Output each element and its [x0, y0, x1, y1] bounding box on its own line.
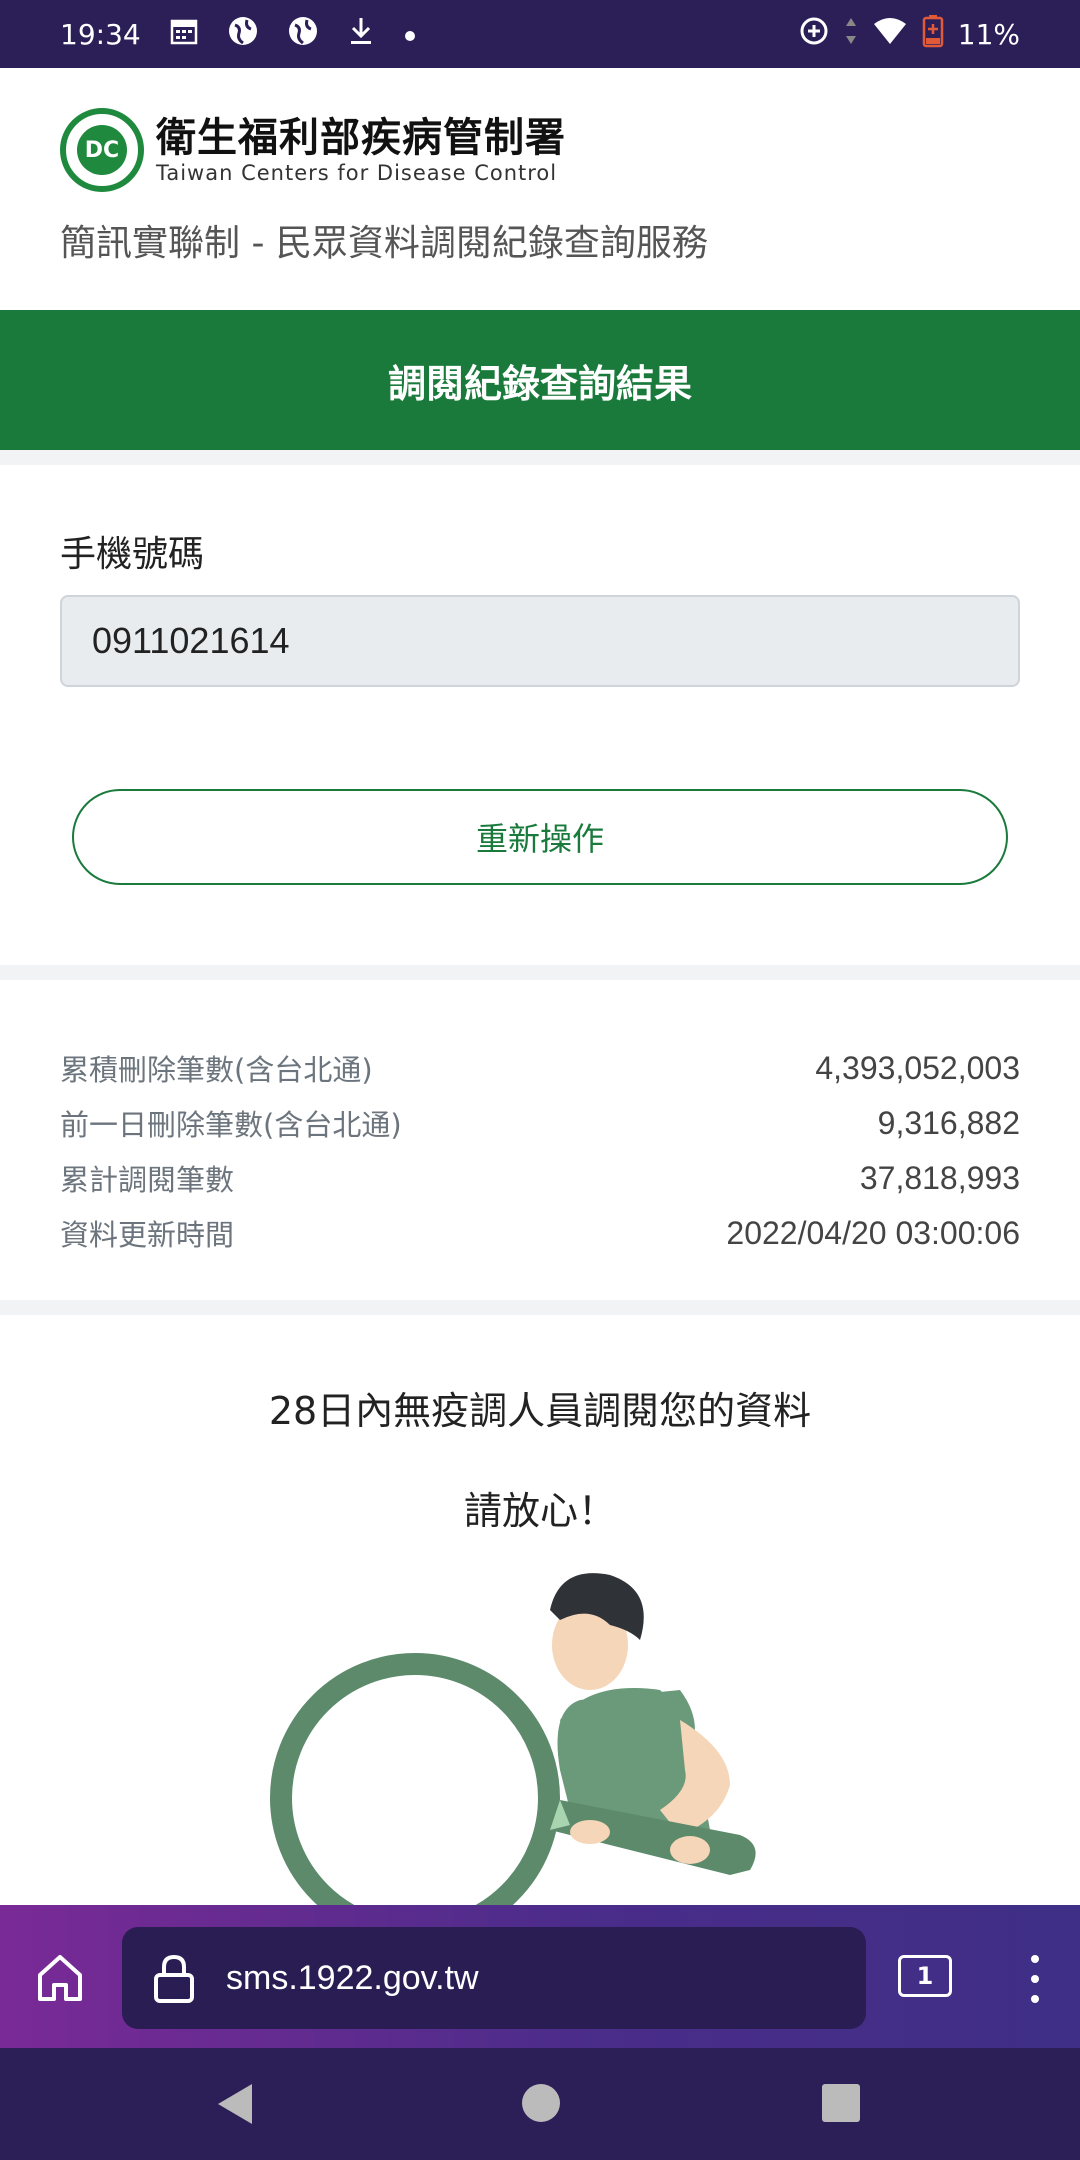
- url-text: sms.1922.gov.tw: [226, 1958, 479, 1997]
- battery-percent: 11%: [957, 17, 1020, 51]
- more-vert-icon: [1031, 1955, 1039, 1963]
- battery-icon: [922, 14, 944, 54]
- page-title: 調閱紀錄查詢結果: [0, 310, 1080, 450]
- org-name-en: Taiwan Centers for Disease Control: [156, 161, 558, 185]
- dot-icon: [403, 19, 417, 49]
- org-name-cn: 衛生福利部疾病管制署: [156, 115, 566, 161]
- home-circle-icon[interactable]: [522, 2084, 560, 2122]
- more-vert-dot: [1031, 1995, 1039, 2003]
- more-vert-dot: [1031, 1975, 1039, 1983]
- stats-card: 累積刪除筆數(含台北通) 4,393,052,003 前一日刪除筆數(含台北通)…: [0, 980, 1080, 1300]
- home-button[interactable]: [28, 1945, 92, 2009]
- address-bar[interactable]: sms.1922.gov.tw: [122, 1927, 866, 2029]
- lock-icon: [154, 1954, 194, 2003]
- stat-label: 累計調閱筆數: [60, 1163, 235, 1197]
- stat-label: 資料更新時間: [60, 1218, 235, 1252]
- download-icon: [347, 15, 375, 53]
- overflow-menu-button[interactable]: [1010, 1949, 1060, 2009]
- phone-label: 手機號碼: [60, 534, 205, 575]
- phone-field[interactable]: 0911021614: [60, 595, 1020, 687]
- reassurance-message: 請放心！: [463, 1489, 616, 1533]
- stat-value: 9,316,882: [877, 1104, 1020, 1141]
- stat-value: 4,393,052,003: [815, 1049, 1020, 1086]
- cdc-emblem-icon: DC: [60, 108, 144, 192]
- home-icon: [38, 1955, 82, 2001]
- result-card: 28日內無疫調人員調閱您的資料 請放心！: [0, 1315, 1080, 1905]
- data-arrows-icon: [844, 15, 858, 53]
- stat-label: 前一日刪除筆數(含台北通): [60, 1108, 402, 1142]
- redo-button[interactable]: 重新操作: [72, 789, 1008, 885]
- globe-icon: [227, 15, 259, 53]
- stat-row: 累積刪除筆數(含台北通) 4,393,052,003: [60, 1047, 1020, 1089]
- result-message: 28日內無疫調人員調閱您的資料: [268, 1389, 812, 1433]
- stat-value: 37,818,993: [859, 1159, 1020, 1196]
- query-card: 手機號碼 0911021614 重新操作: [0, 465, 1080, 965]
- stat-row: 前一日刪除筆數(含台北通) 9,316,882: [60, 1102, 1020, 1144]
- recent-apps-icon[interactable]: [822, 2084, 860, 2122]
- status-time: 19:34: [60, 17, 141, 51]
- site-header: DC 衛生福利部疾病管制署 Taiwan Centers for Disease…: [0, 68, 1080, 310]
- stat-row: 累計調閱筆數 37,818,993: [60, 1157, 1020, 1199]
- data-saver-icon: [798, 15, 830, 53]
- stat-row: 資料更新時間 2022/04/20 03:00:06: [60, 1212, 1020, 1254]
- system-nav-bar: [0, 2048, 1080, 2160]
- tab-switcher-button[interactable]: 1: [898, 1955, 952, 1997]
- wifi-icon: [872, 16, 908, 52]
- browser-toolbar: sms.1922.gov.tw 1: [0, 1905, 1080, 2048]
- back-icon[interactable]: [218, 2084, 252, 2124]
- status-bar: 19:34 11%: [0, 0, 1080, 68]
- magnifier-illustration: [270, 1573, 756, 1905]
- calendar-icon: [169, 16, 199, 52]
- stat-value: 2022/04/20 03:00:06: [726, 1214, 1020, 1251]
- stat-label: 累積刪除筆數(含台北通): [60, 1053, 373, 1087]
- globe-icon: [287, 15, 319, 53]
- service-title: 簡訊實聯制 - 民眾資料調閱紀錄查詢服務: [60, 223, 708, 264]
- cdc-logo[interactable]: DC 衛生福利部疾病管制署 Taiwan Centers for Disease…: [60, 108, 566, 192]
